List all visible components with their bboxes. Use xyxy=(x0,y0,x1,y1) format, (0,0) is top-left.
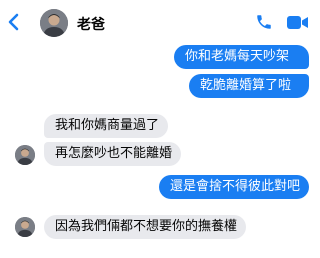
chat-header: 老爸 xyxy=(0,0,320,44)
voice-call-button[interactable] xyxy=(255,13,273,31)
video-camera-icon xyxy=(287,16,308,29)
chevron-left-icon xyxy=(8,13,19,31)
messenger-chat-screen: 老爸 你和老媽每天吵架 乾脆離婚算了啦 我和你媽商量過了 再怎麼吵也不能離婚 還… xyxy=(0,0,320,258)
back-button[interactable] xyxy=(6,12,22,32)
outgoing-message[interactable]: 還是會捨不得彼此對吧 xyxy=(159,175,309,199)
video-call-button[interactable] xyxy=(287,15,309,30)
contact-name[interactable]: 老爸 xyxy=(77,14,105,34)
sender-avatar[interactable] xyxy=(15,217,35,237)
outgoing-message[interactable]: 乾脆離婚算了啦 xyxy=(189,74,309,98)
contact-avatar[interactable] xyxy=(40,9,68,37)
phone-icon xyxy=(257,15,271,29)
sender-avatar[interactable] xyxy=(15,145,35,165)
incoming-message[interactable]: 再怎麼吵也不能離婚 xyxy=(44,142,181,166)
outgoing-message[interactable]: 你和老媽每天吵架 xyxy=(174,45,309,69)
incoming-message[interactable]: 因為我們倆都不想要你的撫養權 xyxy=(44,215,246,239)
incoming-message[interactable]: 我和你媽商量過了 xyxy=(44,114,168,138)
